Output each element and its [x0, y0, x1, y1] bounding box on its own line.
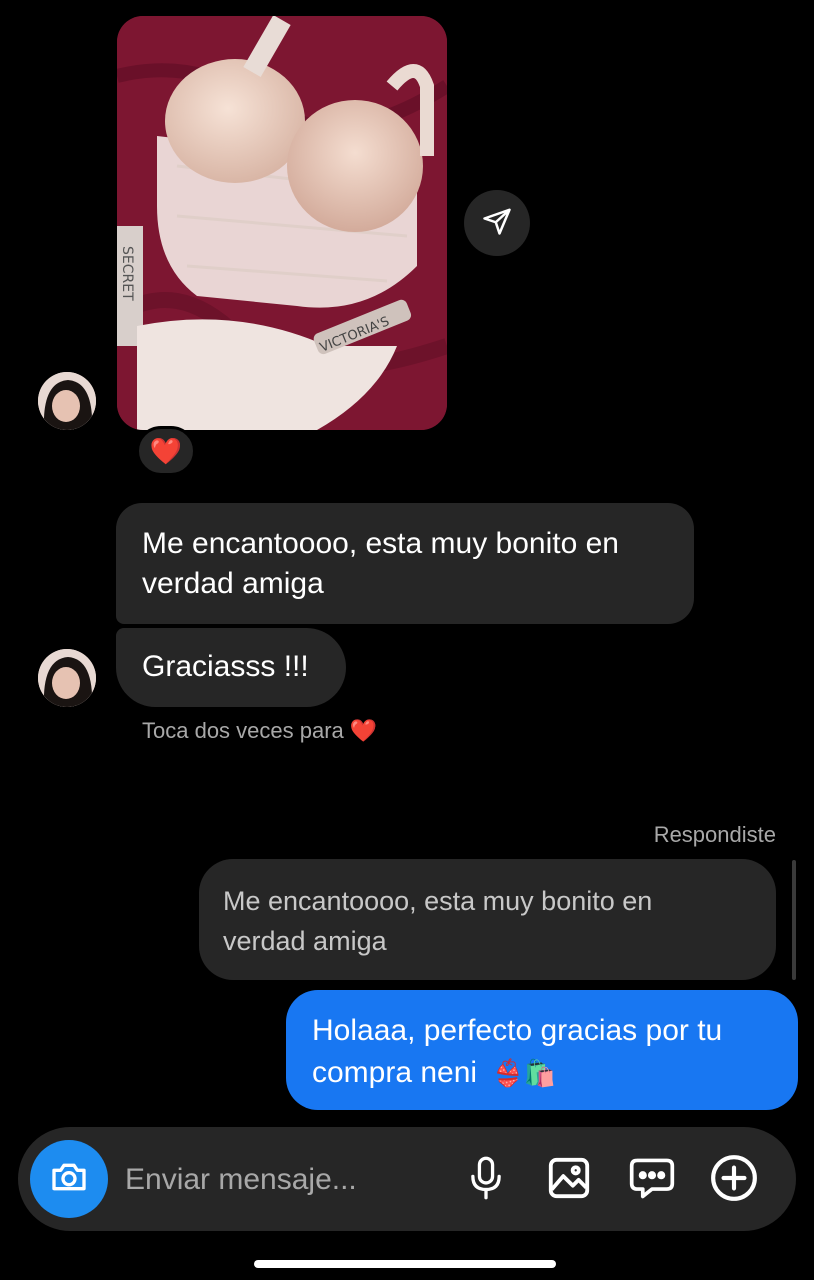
microphone-button[interactable] [460, 1154, 512, 1206]
sent-message[interactable]: Holaaa, perfecto gracias por tu compra n… [286, 990, 798, 1110]
avatar[interactable] [38, 372, 96, 430]
gallery-button[interactable] [543, 1154, 595, 1206]
message-text: Graciasss !!! [142, 650, 309, 683]
message-input[interactable] [125, 1155, 445, 1205]
heart-reaction[interactable]: ❤️ [136, 426, 196, 476]
message-text-line: compra neni [312, 1056, 478, 1089]
camera-button[interactable] [30, 1140, 108, 1218]
double-tap-hint: Toca dos veces para ❤️ [142, 718, 377, 744]
plus-button[interactable] [708, 1154, 760, 1206]
plus-icon [709, 1153, 759, 1208]
bikini-shopping-emoji: 👙🛍️ [491, 1058, 557, 1088]
message-text-line: Me encantoooo, esta muy bonito en [142, 527, 619, 560]
quoted-text-line: verdad amiga [223, 926, 387, 956]
send-icon [482, 206, 512, 241]
camera-icon [49, 1157, 89, 1202]
gallery-icon [546, 1155, 592, 1206]
quoted-text-line: Me encantoooo, esta muy bonito en [223, 886, 653, 916]
shared-photo[interactable]: SECRET VICTORIA'S [117, 16, 447, 430]
sticker-button[interactable] [626, 1154, 678, 1206]
heart-icon: ❤️ [149, 435, 183, 466]
avatar[interactable] [38, 649, 96, 707]
sticker-icon [628, 1155, 676, 1206]
received-message[interactable]: Graciasss !!! [116, 628, 346, 707]
replied-label: Respondiste [653, 822, 776, 847]
microphone-icon [466, 1155, 506, 1206]
message-text-line: Holaaa, perfecto gracias por tu [312, 1014, 723, 1047]
strap-text-secret: SECRET [119, 246, 135, 301]
heart-icon: ❤️ [349, 718, 378, 743]
quoted-message[interactable]: Me encantoooo, esta muy bonito en verdad… [199, 859, 776, 980]
received-message[interactable]: Me encantoooo, esta muy bonito en verdad… [116, 503, 694, 624]
quote-divider [792, 860, 796, 980]
hint-text: Toca dos veces para [142, 718, 344, 743]
home-indicator[interactable] [254, 1260, 556, 1268]
share-button[interactable] [464, 190, 530, 256]
message-text-line: verdad amiga [142, 567, 324, 600]
